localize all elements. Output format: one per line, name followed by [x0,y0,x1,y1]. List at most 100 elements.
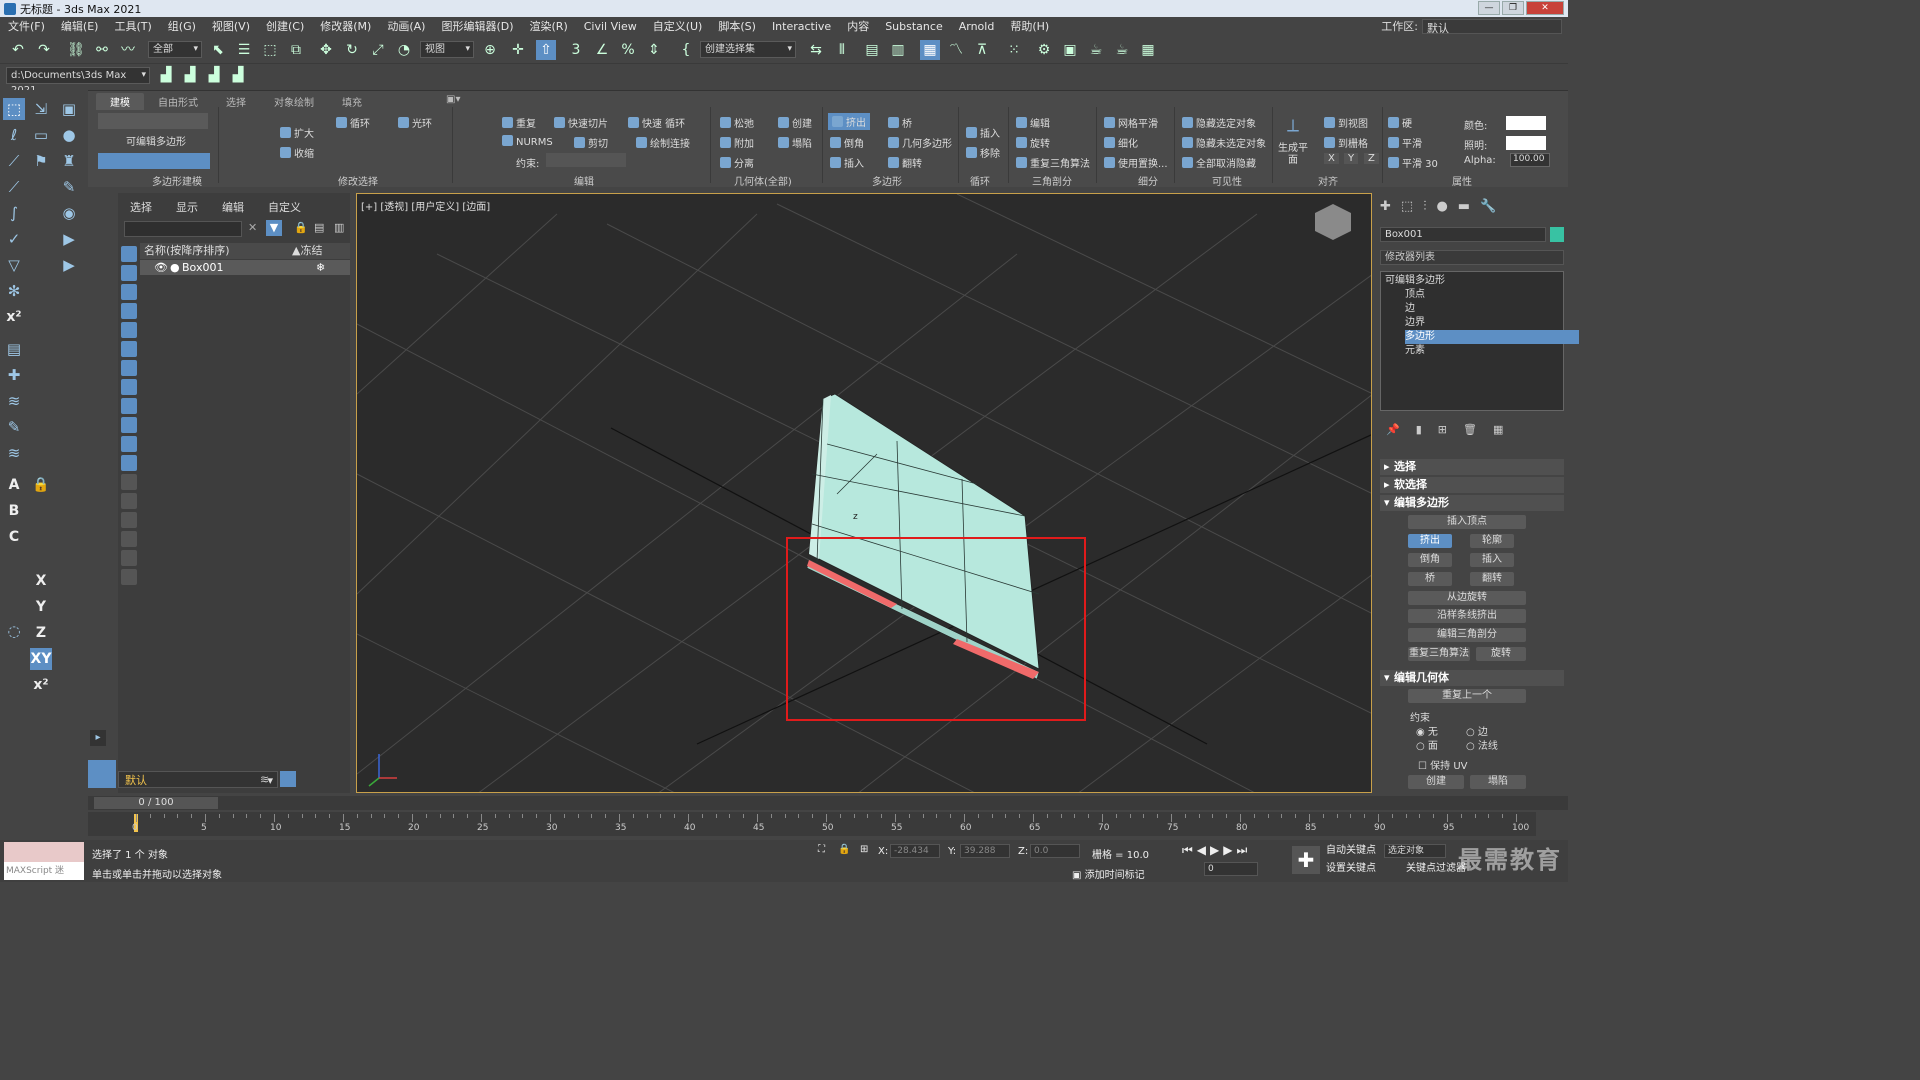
select-object-icon[interactable]: ⬉ [208,40,228,60]
rotate-icon[interactable]: ↻ [342,40,362,60]
editpoly-button-6[interactable]: 翻转 [1470,572,1514,586]
group-visibility[interactable]: 可见性 [1212,173,1242,188]
close-button[interactable]: ✕ [1526,1,1564,15]
scene-filter-icon[interactable] [121,265,137,281]
box001-mesh[interactable]: z [806,393,1040,680]
rendered-frame-icon[interactable]: ▣ [1060,40,1080,60]
hard-button[interactable]: 硬 [1388,115,1412,130]
project-set-icon[interactable]: ▟ [228,65,248,85]
scene-filter-icon[interactable] [121,512,137,528]
edit-named-sets-icon[interactable]: { [676,40,696,60]
stack-tool-icon[interactable]: ▤ [3,338,25,360]
tessellate-button[interactable]: 细化 [1104,135,1138,150]
align-z-button[interactable]: Z [1364,153,1379,164]
project-folder-icon[interactable]: ▟ [156,65,176,85]
circle-select-icon[interactable]: ◌ [3,620,25,642]
menu-item-15[interactable]: Substance [877,20,951,33]
stack-item-editable-poly[interactable]: 可编辑多边形 [1385,274,1445,288]
constraint-none-radio[interactable]: ◉ 无 [1416,723,1438,738]
axis-y-button[interactable]: Y [30,596,52,618]
group-edit[interactable]: 编辑 [574,173,594,188]
select-by-name-icon[interactable]: ☰ [234,40,254,60]
axis-xy-button[interactable]: XY [30,648,52,670]
set-key-icon[interactable]: ✚ [1292,846,1320,874]
create-button[interactable]: 创建 [778,115,812,130]
editpoly-button-2[interactable]: 轮廓 [1470,534,1514,548]
editpoly-button-1[interactable]: 挤出 [1408,534,1452,548]
table-row[interactable]: 👁 ● Box001 ❄ [140,260,350,275]
freeze-icon[interactable]: ❄ [316,260,325,275]
loop-remove-button[interactable]: 移除 [966,145,1000,160]
filter-icon[interactable]: ▼ [266,220,282,236]
menu-item-0[interactable]: 文件(F) [0,18,53,34]
graph-tool-icon[interactable]: ▶ [58,254,80,276]
inset-button[interactable]: 插入 [830,155,864,170]
scene-filter-icon[interactable] [121,284,137,300]
scene-filter-icon[interactable] [121,493,137,509]
editgeom-create-button[interactable]: 创建 [1408,775,1464,789]
scale-icon[interactable]: ⤢ [368,40,388,60]
to-grid-button[interactable]: 到栅格 [1324,135,1368,150]
isolate-icon[interactable]: ⛶ [818,844,825,855]
scene-filter-icon[interactable] [121,379,137,395]
show-end-result-icon[interactable]: ▮ [1416,423,1422,436]
constraint-edge-radio[interactable]: ○ 边 [1466,723,1488,738]
ribbon-tab-1[interactable]: 自由形式 [144,93,212,110]
menu-item-3[interactable]: 组(G) [160,18,204,34]
modify-tab-icon[interactable]: ⬚ [1401,199,1413,214]
scene-tab-1[interactable]: 显示 [164,199,210,215]
editpoly-button-10[interactable]: 重复三角算法 [1408,647,1470,661]
select-object-tool-icon[interactable]: ⬚ [3,98,25,120]
repeat-last-button[interactable]: 重复上一个 [1408,689,1526,703]
meshsmooth-button[interactable]: 网格平滑 [1104,115,1158,130]
named-selection-dropdown[interactable]: 创建选择集 [700,41,796,58]
undo-icon[interactable]: ↶ [8,40,28,60]
scene-tab-3[interactable]: 自定义 [256,199,313,215]
unhide-all-button[interactable]: 全部取消隐藏 [1182,155,1256,170]
extrude-button[interactable]: 挤出 [828,113,870,130]
link-icon[interactable]: ⛓ [66,40,86,60]
curve-tool-icon[interactable]: ∫ [3,202,25,224]
quickloop-button[interactable]: 快速 循环 [628,115,685,130]
viewport-layout-button[interactable] [88,760,116,788]
ribbon-tab-0[interactable]: 建模 [96,93,144,110]
collapse-button[interactable]: 塌陷 [778,135,812,150]
move-tool-icon[interactable]: ⇲ [30,98,52,120]
scene-tab-0[interactable]: 选择 [118,199,164,215]
group-polygon[interactable]: 多边形 [872,173,902,188]
add-time-tag[interactable]: ▣ 添加时间标记 [1072,866,1145,881]
scene-search-input[interactable] [124,221,242,237]
unlink-icon[interactable]: ⚯ [92,40,112,60]
vertex-tool-icon[interactable]: ✓ [3,228,25,250]
sphere-tool-icon[interactable]: ◉ [58,202,80,224]
schematic-view-icon[interactable]: ⊼ [972,40,992,60]
layer-stack-icon-bottom[interactable]: ≋ [260,773,269,786]
menu-item-4[interactable]: 视图(V) [204,18,258,34]
paint-connect-button[interactable]: 绘制连接 [636,135,690,150]
menu-item-10[interactable]: Civil View [576,20,645,33]
paint-tool-icon[interactable]: ● [58,124,80,146]
layer-dropdown[interactable]: 默认 ▾ [118,771,278,788]
render-setup-icon[interactable]: ⚙ [1034,40,1054,60]
menu-item-14[interactable]: 内容 [839,18,877,34]
layer-toggle-button[interactable] [280,771,296,787]
viewport-label[interactable]: [+] [透视] [用户定义] [边面] [361,198,490,213]
render-icon[interactable]: ☕ [1086,40,1106,60]
loop-insert-button[interactable]: 插入 [966,125,1000,140]
scene-tab-2[interactable]: 编辑 [210,199,256,215]
shrink-button[interactable]: 收缩 [280,145,314,160]
maxscript-listener[interactable]: MAXScript 迷 [4,842,84,880]
key-selection-dropdown[interactable]: 选定对象 [1384,844,1446,858]
group-triangulation[interactable]: 三角剖分 [1032,173,1072,188]
note-tool-icon[interactable]: ✎ [3,416,25,438]
rollout-edit-polygons[interactable]: 编辑多边形 [1380,495,1564,511]
pin-stack-icon[interactable]: 📌 [1386,423,1400,436]
object-name-field[interactable]: Box001 [1380,227,1546,242]
color-swatch[interactable] [1506,116,1546,130]
x-coord-field[interactable]: -28.434 [890,844,940,858]
pivot-center-icon[interactable]: ⊕ [480,40,500,60]
y-coord-field[interactable]: 39.288 [960,844,1010,858]
scene-filter-icon[interactable] [121,303,137,319]
scene-column-header[interactable]: 名称(按降序排序) ▲冻结 [140,243,350,259]
editpoly-button-3[interactable]: 倒角 [1408,553,1452,567]
